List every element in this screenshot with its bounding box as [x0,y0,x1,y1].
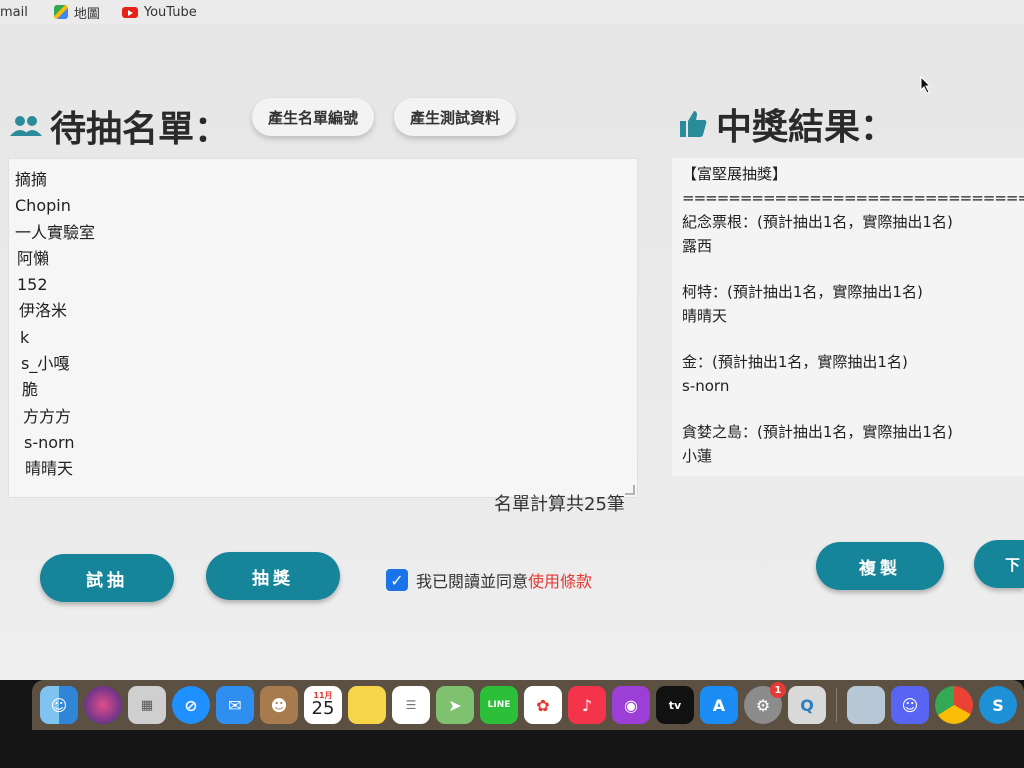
photos-icon[interactable]: ✿ [524,686,562,724]
people-icon [10,116,42,136]
maps-icon [53,5,68,19]
result-group: 金：(預計抽出1名，實際抽出1名) s-norn [682,350,1014,398]
trial-draw-button[interactable]: 試抽 [40,554,174,602]
lottery-page: 待抽名單： 產生名單編號 產生測試資料 中獎結果： 摘摘 Chopin 一人實驗… [0,24,1024,680]
bookmark-mail[interactable]: mail [0,5,28,20]
winner-name: 露西 [682,237,713,255]
list-item: s-norn [24,432,75,452]
reminders-icon[interactable]: ☰ [392,686,430,724]
bookmarks-bar: mail 地圖 YouTube [0,0,1024,24]
agree-text: 我已閱讀並同意 [416,572,529,591]
finder-icon[interactable]: ☺ [40,686,78,724]
dock: ☺ ▦ ⊘ ✉ ☻ 11月 25 ☰ ➤ LINE ✿ ♪ ◉ tv A ⚙ 1… [32,680,1024,730]
skype-icon[interactable]: S [979,686,1017,724]
list-item: 一人實驗室 [15,222,96,242]
results-title: 中獎結果： [678,98,896,150]
chrome-icon[interactable] [935,686,973,724]
tv-label: tv [668,698,682,712]
siri-icon[interactable] [84,686,122,724]
apple-tv-icon[interactable]: tv [656,686,694,724]
prize-name: 金：(預計抽出1名，實際抽出1名) [682,353,908,371]
prize-name: 柯特：(預計抽出1名，實際抽出1名) [682,283,923,301]
list-item: 152 [17,275,48,295]
prize-name: 貪婪之島：(預計抽出1名，實際抽出1名) [682,423,953,441]
results-title-text: 中獎結果： [716,107,897,148]
list-item: 晴晴天 [25,459,74,479]
safari-icon[interactable]: ⊘ [172,686,210,724]
winner-name: s-norn [682,377,730,395]
calendar-day: 25 [311,698,335,719]
next-button-label: 下 [1004,556,1020,574]
result-group: 紀念票根：(預計抽出1名，實際抽出1名) 露西 [682,210,1014,258]
results-panel: 【富堅展抽獎】 ============================== 紀… [672,158,1024,476]
mail-icon[interactable]: ✉ [216,686,254,724]
music-icon[interactable]: ♪ [568,686,606,724]
preview-thumbnail-icon[interactable] [847,686,885,724]
bookmark-youtube[interactable]: YouTube [121,4,197,20]
calendar-icon[interactable]: 11月 25 [304,686,342,724]
candidate-list-textarea[interactable]: 摘摘 Chopin 一人實驗室 阿懶 152 伊洛米 k s_小嘎 脆 方方方 … [8,158,638,498]
list-item: k [20,327,30,347]
system-settings-icon[interactable]: ⚙ 1 [744,682,786,724]
pending-list-title: 待抽名單： [10,100,230,152]
result-group: 貪婪之島：(預計抽出1名，實際抽出1名) 小蓮 [682,420,1014,468]
pending-list-title-text: 待抽名單： [50,109,231,150]
dock-separator [836,688,837,722]
next-button[interactable]: 下 [974,540,1024,588]
bookmark-youtube-label: YouTube [143,4,197,20]
results-separator: ============================== [682,189,1024,207]
generate-test-data-button[interactable]: 產生測試資料 [394,98,517,136]
dock-area: ☺ ▦ ⊘ ✉ ☻ 11月 25 ☰ ➤ LINE ✿ ♪ ◉ tv A ⚙ 1… [0,680,1024,768]
list-item: Chopin [15,196,71,216]
resize-handle[interactable] [625,485,635,495]
list-item: 脆 [22,380,39,400]
bookmark-maps-label: 地圖 [73,6,100,22]
contacts-icon[interactable]: ☻ [260,686,298,724]
copy-button[interactable]: 複製 [816,542,944,590]
agree-checkbox[interactable]: ✓ [386,569,408,591]
line-icon[interactable]: LINE [480,686,518,724]
agree-terms: ✓ 我已閱讀並同意 使用條款 [386,568,592,592]
draw-button[interactable]: 抽獎 [206,552,340,600]
line-label: LINE [487,700,511,710]
bookmark-maps[interactable]: 地圖 [53,3,100,22]
bookmark-mail-label: mail [0,4,28,20]
quicktime-icon[interactable]: Q [788,686,826,724]
list-item: s_小嘎 [21,354,70,374]
list-count-text: 名單計算共25筆 [494,494,625,515]
winner-name: 晴晴天 [682,307,728,325]
discord-icon[interactable]: ☺ [891,686,929,724]
podcasts-icon[interactable]: ◉ [612,686,650,724]
prize-name: 紀念票根：(預計抽出1名，實際抽出1名) [682,213,953,231]
launchpad-icon[interactable]: ▦ [128,686,166,724]
results-heading: 【富堅展抽獎】 [682,165,788,183]
maps-app-icon[interactable]: ➤ [436,686,474,724]
youtube-icon [121,6,138,18]
list-item: 伊洛米 [19,301,68,321]
thumbs-up-icon [680,111,707,137]
notes-icon[interactable] [348,686,386,724]
list-item: 方方方 [23,406,72,426]
generate-ids-button[interactable]: 產生名單編號 [252,98,375,136]
list-item: 摘摘 [15,170,48,189]
winner-name: 小蓮 [682,447,713,465]
list-item: 阿懶 [17,248,50,268]
terms-link[interactable]: 使用條款 [528,568,592,592]
result-group: 柯特：(預計抽出1名，實際抽出1名) 晴晴天 [682,280,1014,328]
app-store-icon[interactable]: A [700,686,738,724]
notification-badge: 1 [770,682,786,698]
mouse-cursor-icon [920,76,932,94]
